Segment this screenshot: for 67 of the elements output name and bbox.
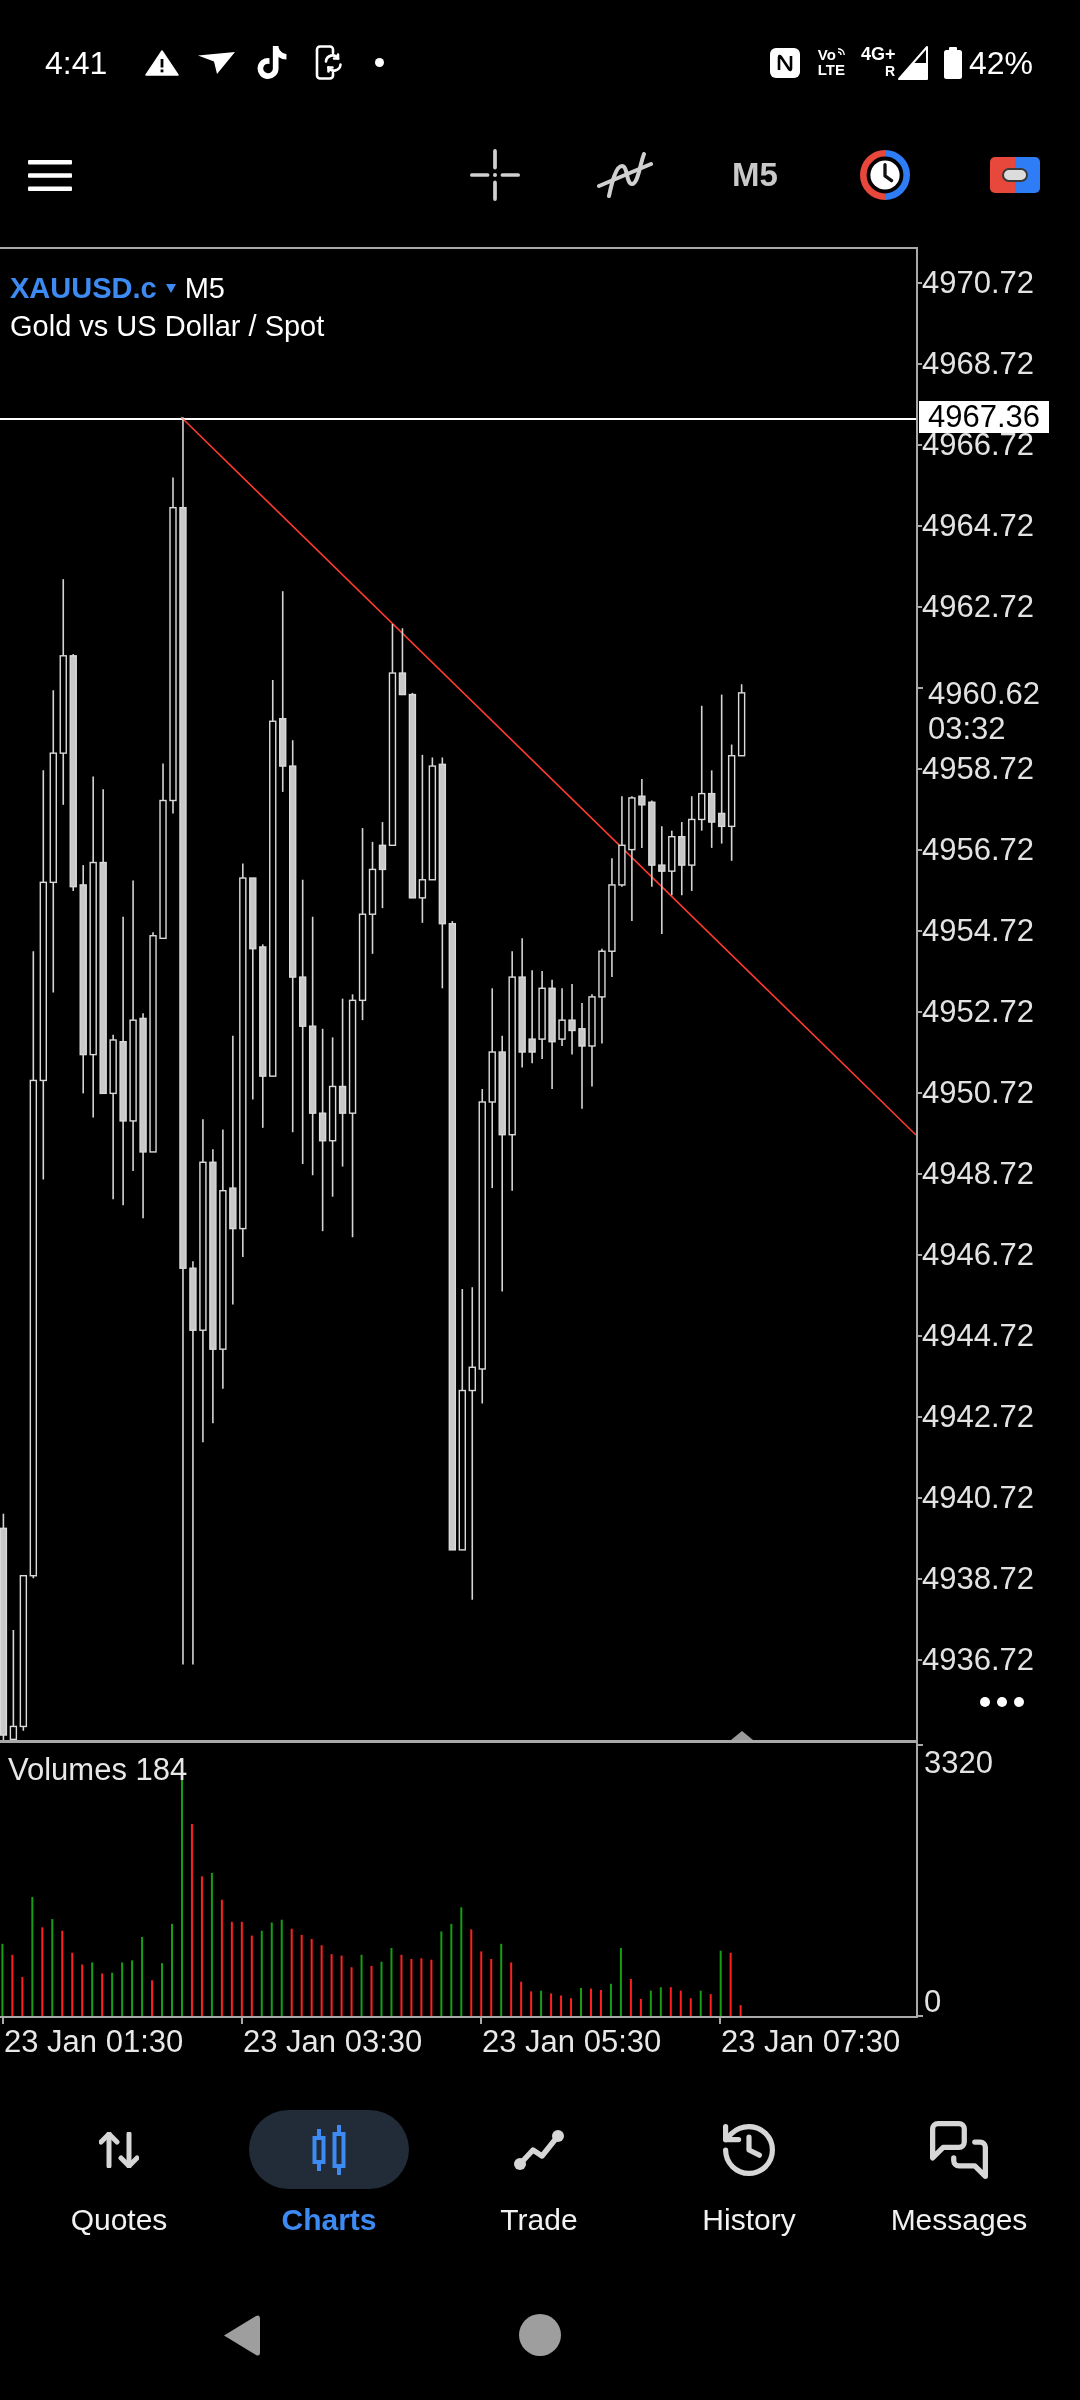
volume-axis-label: 3320 xyxy=(924,1750,993,1776)
price-label: 4970.72 xyxy=(922,272,1035,294)
price-label: 4958.72 xyxy=(922,758,1035,780)
trend-line[interactable] xyxy=(180,416,916,1136)
nav-tab[interactable]: Trade xyxy=(434,2110,644,2270)
time-label: 23 Jan 05:30 xyxy=(482,2024,662,2060)
chat-icon xyxy=(930,2120,988,2179)
volte-label: LTE xyxy=(817,63,845,77)
nav-tab[interactable]: History xyxy=(644,2110,854,2270)
nav-tab[interactable]: Messages xyxy=(854,2110,1064,2270)
price-label: 4968.72 xyxy=(922,353,1035,375)
back-icon[interactable] xyxy=(222,2313,260,2357)
status-time: 4:41 xyxy=(45,44,108,81)
price-label: 4952.72 xyxy=(922,1001,1035,1023)
more-icon[interactable] xyxy=(980,1697,1024,1707)
toggle-icon[interactable] xyxy=(990,157,1040,193)
caret-icon[interactable] xyxy=(165,283,176,293)
battery-icon xyxy=(943,46,962,79)
music-note-icon xyxy=(257,46,288,79)
battery-percentage: 42% xyxy=(968,44,1033,81)
price-label: 4940.72 xyxy=(922,1487,1035,1509)
symbol-description: Gold vs US Dollar / Spot xyxy=(10,309,325,344)
nav-tab[interactable]: Quotes xyxy=(14,2110,224,2270)
time-label: 23 Jan 07:30 xyxy=(721,2024,901,2060)
nav-tab[interactable]: Charts xyxy=(224,2110,434,2270)
signal-icon xyxy=(897,45,928,80)
crosshair-icon[interactable] xyxy=(470,149,520,201)
price-label: 4936.72 xyxy=(922,1649,1035,1671)
dot-icon xyxy=(375,58,385,67)
roaming-label: R xyxy=(884,64,896,78)
price-label: 4938.72 xyxy=(922,1568,1035,1590)
price-label: 4942.72 xyxy=(922,1406,1035,1428)
price-label: 4948.72 xyxy=(922,1163,1035,1185)
volume-title: Volumes 184 xyxy=(8,1752,188,1788)
price-label: 4954.72 xyxy=(922,920,1035,942)
price-label: 4950.72 xyxy=(922,1082,1035,1104)
volte-label: Vo xyxy=(817,48,836,62)
candlestick-icon xyxy=(312,2124,346,2175)
paper-plane-icon xyxy=(198,51,236,74)
warning-icon xyxy=(145,49,180,76)
current-price-label: 4960.62 xyxy=(928,681,1041,707)
clock-icon[interactable] xyxy=(860,150,910,200)
price-label: 4962.72 xyxy=(922,596,1035,618)
chart-timeframe: M5 xyxy=(184,271,225,306)
home-icon[interactable] xyxy=(519,2314,561,2356)
phone-sync-icon xyxy=(315,45,344,80)
line-chart-icon xyxy=(514,2129,564,2170)
time-label: 23 Jan 03:30 xyxy=(243,2024,423,2060)
price-tag: 4967.36 xyxy=(919,401,1050,433)
price-label: 4946.72 xyxy=(922,1244,1035,1266)
arrows-up-down-icon xyxy=(99,2131,139,2168)
nfc-icon xyxy=(769,47,800,78)
price-label: 4966.72 xyxy=(922,434,1035,456)
volume-axis-label: 0 xyxy=(924,1989,942,2015)
network-type-label: 4G+ xyxy=(860,45,896,62)
timeframe-button[interactable]: M5 xyxy=(732,156,778,194)
symbol-name[interactable]: XAUUSD.c xyxy=(10,269,157,307)
price-label: 4944.72 xyxy=(922,1325,1035,1347)
history-icon xyxy=(723,2123,775,2176)
price-label: 4964.72 xyxy=(922,515,1035,537)
curve-icon[interactable] xyxy=(597,152,653,198)
triangle-icon[interactable] xyxy=(731,1731,753,1740)
menu-icon[interactable] xyxy=(28,159,72,191)
price-label: 4956.72 xyxy=(922,839,1035,861)
bar-countdown: 03:32 xyxy=(928,716,1007,742)
time-label: 23 Jan 01:30 xyxy=(4,2024,184,2060)
signal-arcs-icon xyxy=(836,48,845,56)
